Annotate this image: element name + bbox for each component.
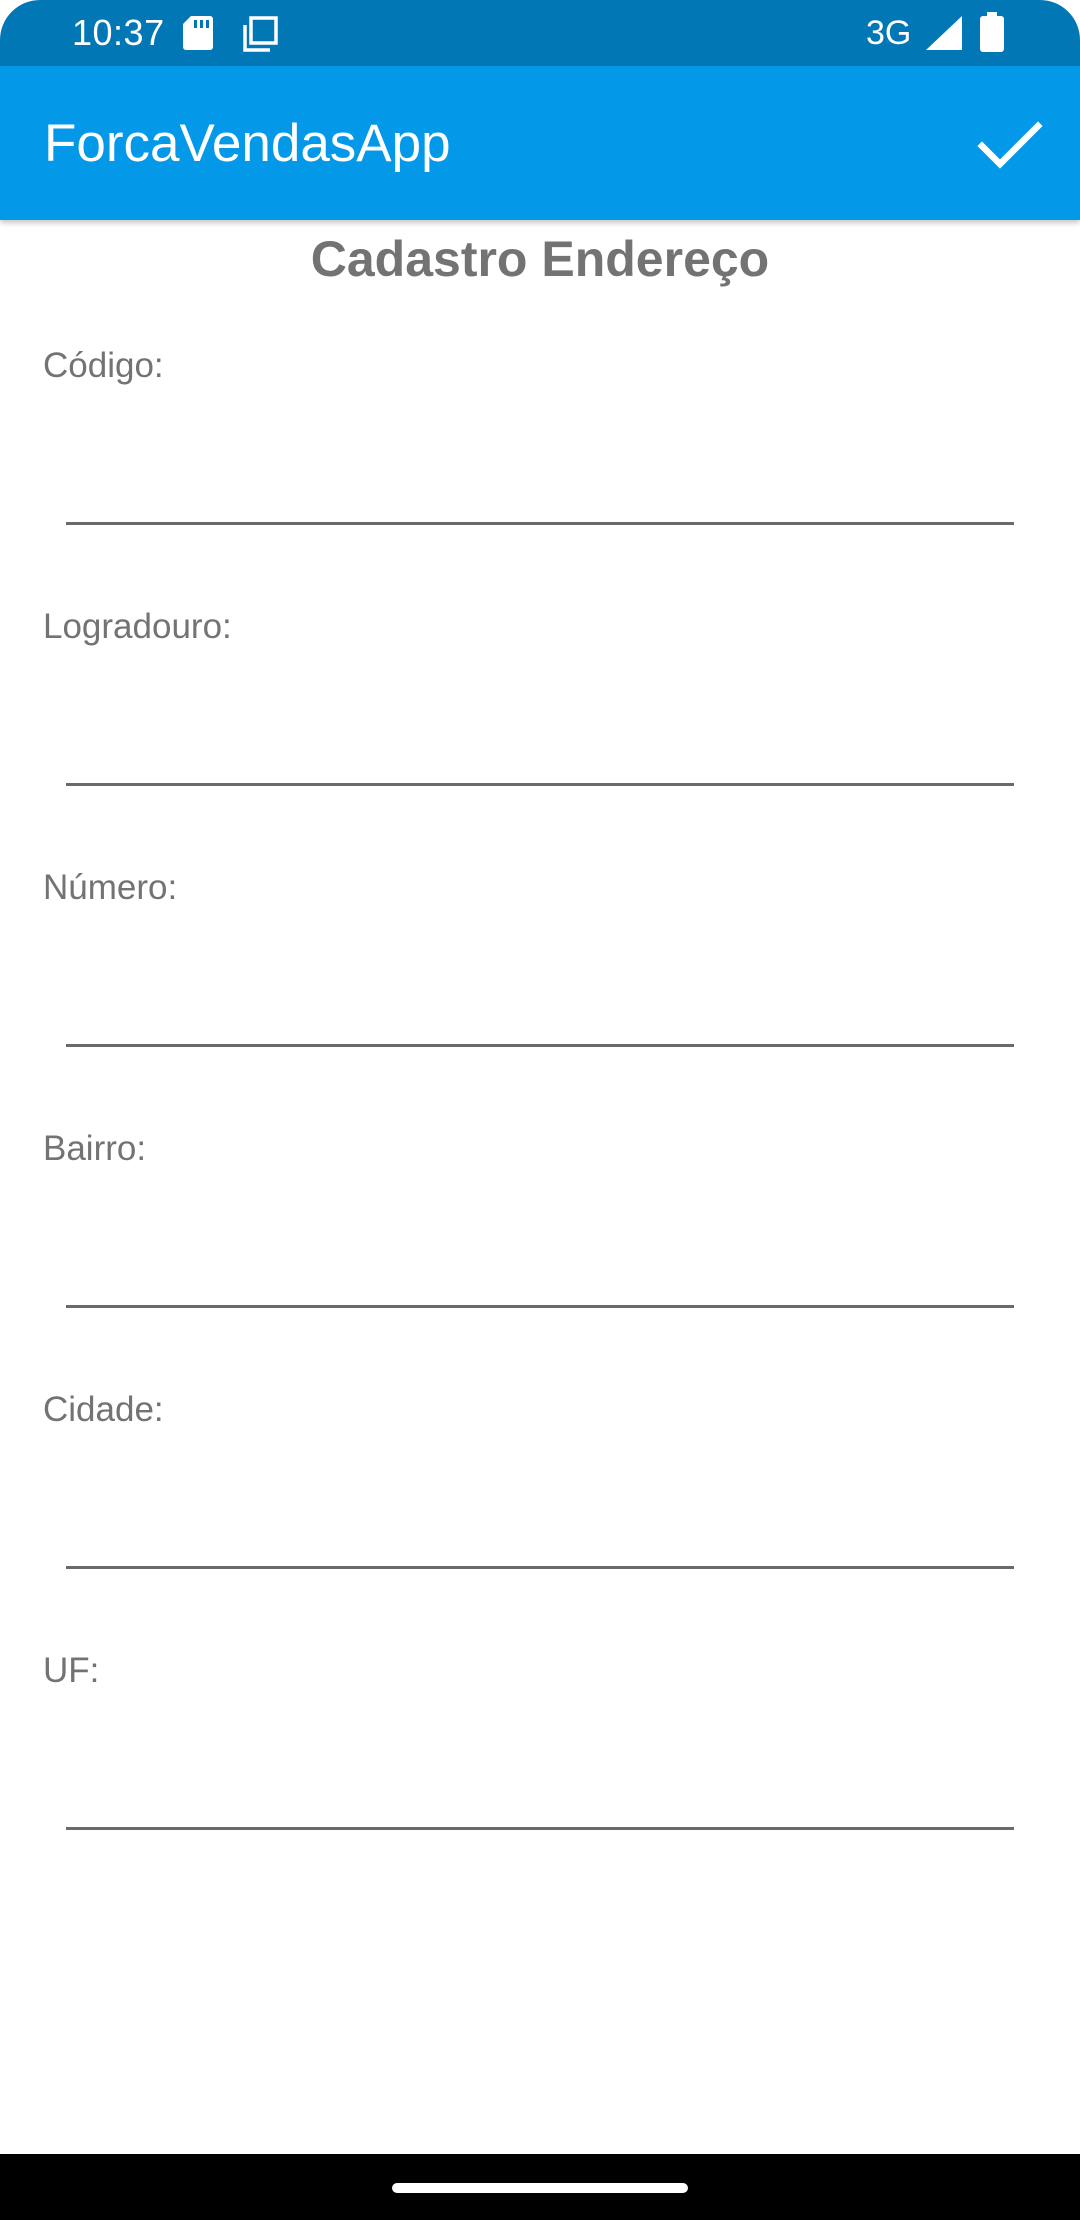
field-label: UF: [43,1651,100,1690]
cell-signal-icon [926,16,962,50]
field-logradouro: Logradouro: [0,603,1080,864]
field-codigo: Código: [0,342,1080,603]
status-bar: 10:37 3G [0,0,1080,66]
field-cidade: Cidade: [0,1386,1080,1647]
uf-input[interactable] [66,1727,1014,1830]
codigo-input[interactable] [66,422,1014,525]
field-label: Bairro: [43,1129,147,1168]
sd-card-icon [183,16,213,50]
field-numero: Número: [0,864,1080,1125]
battery-icon [980,12,1004,52]
field-label: Número: [43,868,178,907]
home-gesture-handle[interactable] [392,2183,688,2193]
copy-icon [243,16,278,52]
field-bairro: Bairro: [0,1125,1080,1386]
status-time: 10:37 [72,12,165,53]
numero-input[interactable] [66,944,1014,1047]
app-bar: ForcaVendasApp [0,66,1080,220]
field-label: Código: [43,346,164,385]
app-title: ForcaVendasApp [44,114,451,173]
page-title: Cadastro Endereço [310,231,770,287]
field-label: Logradouro: [43,607,232,646]
logradouro-input[interactable] [66,683,1014,786]
field-uf: UF: [0,1647,1080,1908]
network-type: 3G [866,14,912,52]
navigation-bar [0,2154,1080,2220]
cidade-input[interactable] [66,1466,1014,1569]
bairro-input[interactable] [66,1205,1014,1308]
field-label: Cidade: [43,1390,164,1429]
screen: 10:37 3G ForcaVendasApp Cadastro Endereç… [0,0,1080,2220]
check-icon[interactable] [972,108,1046,182]
